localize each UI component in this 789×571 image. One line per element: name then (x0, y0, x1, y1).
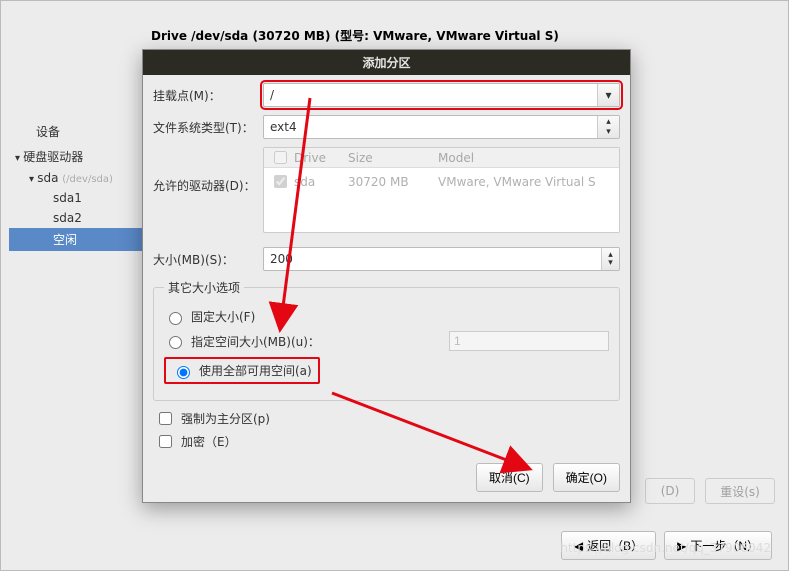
chevron-down-icon: ▾ (597, 84, 619, 106)
drive-row-checkbox (274, 175, 287, 188)
fs-type-value: ext4 (270, 120, 297, 134)
col-model: Model (438, 151, 619, 165)
mount-point-combo[interactable]: / ▾ (263, 83, 620, 107)
col-drive: Drive (294, 151, 338, 165)
opt-specify-radio[interactable] (169, 336, 182, 349)
force-primary-label: 强制为主分区(p) (181, 410, 270, 427)
device-tree: 硬盘驱动器 sda (/dev/sda) sda1 sda2 空闲 (9, 145, 139, 251)
size-value: 200 (270, 252, 293, 266)
updown-icon: ▴▾ (597, 116, 619, 138)
force-primary-checkbox[interactable] (159, 412, 172, 425)
allowable-drives-table: Drive Size Model sda 30720 MB VMware, VM… (263, 147, 620, 233)
tree-node-sda1[interactable]: sda1 (9, 188, 139, 208)
reset-button-disabled: 重设(s) (705, 478, 775, 504)
additional-size-legend: 其它大小选项 (164, 279, 244, 296)
drive-row-sda: sda 30720 MB VMware, VMware Virtual S (264, 168, 619, 191)
allowable-drives-label: 允许的驱动器(D)： (153, 147, 263, 194)
mount-point-label: 挂载点(M)： (153, 87, 263, 104)
tree-node-hdd[interactable]: 硬盘驱动器 (9, 145, 139, 168)
fs-type-combo[interactable]: ext4 ▴▾ (263, 115, 620, 139)
opt-all-label: 使用全部可用空间(a) (199, 362, 312, 379)
watermark: https://blog.csdn.net/qq_37908042 (560, 541, 771, 555)
fs-type-label: 文件系统类型(T)： (153, 119, 263, 136)
col-size: Size (348, 151, 428, 165)
tree-node-sda2[interactable]: sda2 (9, 208, 139, 228)
size-spinner[interactable]: 200 ▴▾ (263, 247, 620, 271)
cancel-button[interactable]: 取消(C) (476, 463, 543, 492)
mount-point-value: / (270, 88, 274, 102)
ok-button[interactable]: 确定(O) (553, 463, 620, 492)
opt-specify-label: 指定空间大小(MB)(u)： (191, 333, 320, 350)
additional-size-options: 其它大小选项 固定大小(F) 指定空间大小(MB)(u)： 使用全部可用空间(a… (153, 279, 620, 401)
drive-header-checkbox (274, 151, 287, 164)
size-label: 大小(MB)(S)： (153, 251, 263, 268)
opt-fixed-radio[interactable] (169, 312, 182, 325)
opt-specify-input (449, 331, 609, 351)
encrypt-label: 加密（E） (181, 433, 237, 450)
column-header-device: 设备 (36, 123, 60, 140)
raid-button-disabled: (D) (645, 478, 695, 504)
add-partition-dialog: 添加分区 挂载点(M)： / ▾ 文件系统类型(T)： ext4 ▴▾ 允许的驱… (142, 49, 631, 503)
tree-node-free[interactable]: 空闲 (9, 228, 156, 251)
encrypt-checkbox[interactable] (159, 435, 172, 448)
dialog-title: 添加分区 (143, 50, 630, 75)
tree-node-sda[interactable]: sda (/dev/sda) (9, 168, 139, 188)
spinner-updown-icon: ▴▾ (601, 248, 619, 270)
drive-header: Drive /dev/sda (30720 MB) (型号: VMware, V… (143, 23, 788, 48)
opt-fixed-label: 固定大小(F) (191, 308, 255, 325)
opt-all-radio[interactable] (177, 366, 190, 379)
